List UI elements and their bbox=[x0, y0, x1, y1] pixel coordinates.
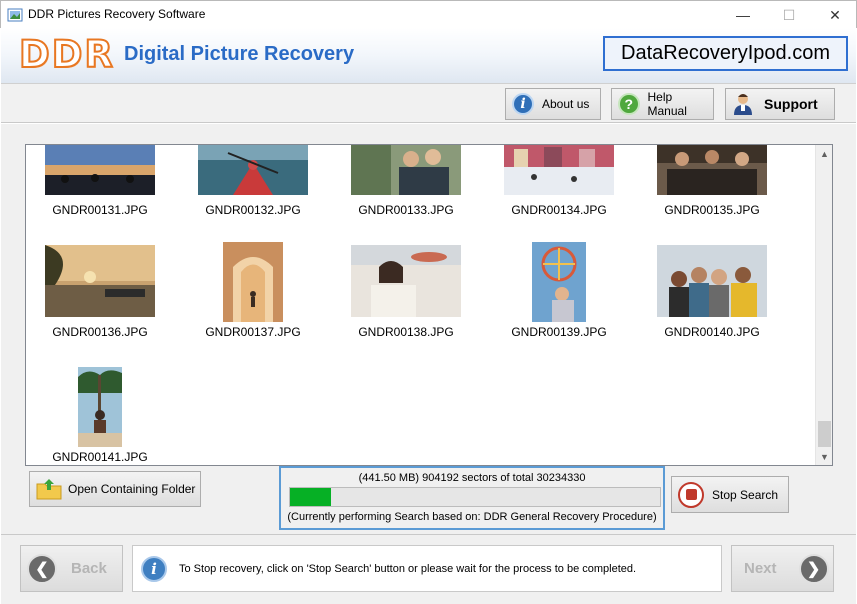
list-item[interactable]: GNDR00133.JPG bbox=[336, 145, 476, 217]
stop-search-label: Stop Search bbox=[712, 487, 779, 502]
thumbnail-image bbox=[504, 145, 614, 195]
window-title: DDR Pictures Recovery Software bbox=[28, 7, 206, 21]
header-banner: DDR Digital Picture Recovery DataRecover… bbox=[1, 28, 856, 83]
list-item[interactable]: GNDR00140.JPG bbox=[642, 245, 782, 339]
list-item[interactable]: GNDR00131.JPG bbox=[30, 145, 170, 217]
thumbnail-label: GNDR00141.JPG bbox=[52, 450, 148, 464]
stop-icon bbox=[678, 481, 704, 508]
toolbar: i About us ? Help Manual Support bbox=[1, 83, 856, 123]
next-label: Next bbox=[744, 560, 777, 577]
thumbnail-label: GNDR00139.JPG bbox=[511, 325, 607, 339]
info-icon: i bbox=[512, 93, 534, 115]
support-label: Support bbox=[764, 96, 818, 112]
list-item[interactable]: GNDR00132.JPG bbox=[183, 145, 323, 217]
stop-search-button[interactable]: Stop Search bbox=[671, 476, 789, 513]
next-arrow-icon: ❯ bbox=[798, 553, 829, 584]
info-icon: i bbox=[141, 555, 167, 582]
gallery-scrollbar[interactable]: ▲ ▼ bbox=[815, 145, 832, 465]
folder-icon bbox=[36, 479, 62, 500]
procedure-status: (Currently performing Search based on: D… bbox=[287, 511, 657, 523]
thumbnail-image bbox=[78, 367, 122, 447]
list-item[interactable]: GNDR00139.JPG bbox=[489, 242, 629, 339]
next-button[interactable]: Next ❯ bbox=[731, 545, 834, 592]
maximize-button[interactable]: ☐ bbox=[766, 1, 812, 29]
website-link[interactable]: DataRecoveryIpod.com bbox=[603, 36, 848, 71]
thumbnail-image bbox=[657, 145, 767, 195]
footer: ❮ Back i To Stop recovery, click on 'Sto… bbox=[1, 534, 856, 604]
thumbnail-image bbox=[532, 242, 586, 322]
thumbnail-label: GNDR00135.JPG bbox=[664, 203, 760, 217]
close-button[interactable]: ✕ bbox=[812, 1, 857, 29]
info-message-box: i To Stop recovery, click on 'Stop Searc… bbox=[132, 545, 722, 592]
thumbnail-image bbox=[351, 145, 461, 195]
scrollbar-thumb[interactable] bbox=[818, 421, 831, 447]
back-button[interactable]: ❮ Back bbox=[20, 545, 123, 592]
list-item[interactable]: GNDR00135.JPG bbox=[642, 145, 782, 217]
search-progress-bar bbox=[289, 487, 661, 507]
thumbnail-label: GNDR00140.JPG bbox=[664, 325, 760, 339]
list-item[interactable]: GNDR00134.JPG bbox=[489, 145, 629, 217]
thumbnail-image bbox=[351, 245, 461, 317]
thumbnail-image bbox=[657, 245, 767, 317]
thumbnail-image bbox=[223, 242, 283, 322]
help-manual-label: Help Manual bbox=[647, 90, 687, 118]
title-bar: DDR Pictures Recovery Software — ☐ ✕ bbox=[0, 0, 857, 28]
sector-status: (441.50 MB) 904192 sectors of total 3023… bbox=[358, 472, 586, 484]
scroll-up-icon[interactable]: ▲ bbox=[816, 145, 832, 162]
support-person-icon bbox=[734, 94, 752, 115]
support-button[interactable]: Support bbox=[725, 88, 835, 120]
about-us-button[interactable]: i About us bbox=[505, 88, 601, 120]
open-containing-folder-button[interactable]: Open Containing Folder bbox=[29, 471, 201, 507]
help-manual-button[interactable]: ? Help Manual bbox=[611, 88, 714, 120]
thumbnail-label: GNDR00133.JPG bbox=[358, 203, 454, 217]
back-label: Back bbox=[71, 560, 107, 577]
about-us-label: About us bbox=[542, 97, 590, 111]
open-folder-label: Open Containing Folder bbox=[68, 482, 196, 496]
thumbnail-label: GNDR00132.JPG bbox=[205, 203, 301, 217]
thumbnail-label: GNDR00134.JPG bbox=[511, 203, 607, 217]
app-subtitle: Digital Picture Recovery bbox=[124, 43, 355, 65]
list-item[interactable]: GNDR00137.JPG bbox=[183, 242, 323, 339]
info-message: To Stop recovery, click on 'Stop Search'… bbox=[179, 562, 637, 575]
progress-fill bbox=[290, 488, 331, 506]
thumbnail-label: GNDR00131.JPG bbox=[52, 203, 148, 217]
scroll-down-icon[interactable]: ▼ bbox=[816, 448, 832, 465]
list-item[interactable]: GNDR00138.JPG bbox=[336, 245, 476, 339]
main-panel: GNDR00131.JPG GNDR00132.JPG GNDR00133.JP… bbox=[1, 124, 856, 534]
thumbnail-label: GNDR00138.JPG bbox=[358, 325, 454, 339]
help-icon: ? bbox=[618, 93, 640, 115]
thumbnail-label: GNDR00137.JPG bbox=[205, 325, 301, 339]
list-item[interactable]: GNDR00141.JPG bbox=[30, 367, 170, 464]
list-item[interactable]: GNDR00136.JPG bbox=[30, 245, 170, 339]
ddr-logo: DDR bbox=[18, 32, 115, 77]
minimize-button[interactable]: — bbox=[720, 1, 766, 29]
back-arrow-icon: ❮ bbox=[27, 553, 57, 584]
thumbnail-label: GNDR00136.JPG bbox=[52, 325, 148, 339]
recovered-pictures-gallery[interactable]: GNDR00131.JPG GNDR00132.JPG GNDR00133.JP… bbox=[25, 144, 833, 466]
thumbnail-image bbox=[45, 245, 155, 317]
progress-panel: (441.50 MB) 904192 sectors of total 3023… bbox=[279, 466, 665, 530]
app-icon bbox=[7, 8, 23, 22]
thumbnail-image bbox=[45, 145, 155, 195]
thumbnail-image bbox=[198, 145, 308, 195]
